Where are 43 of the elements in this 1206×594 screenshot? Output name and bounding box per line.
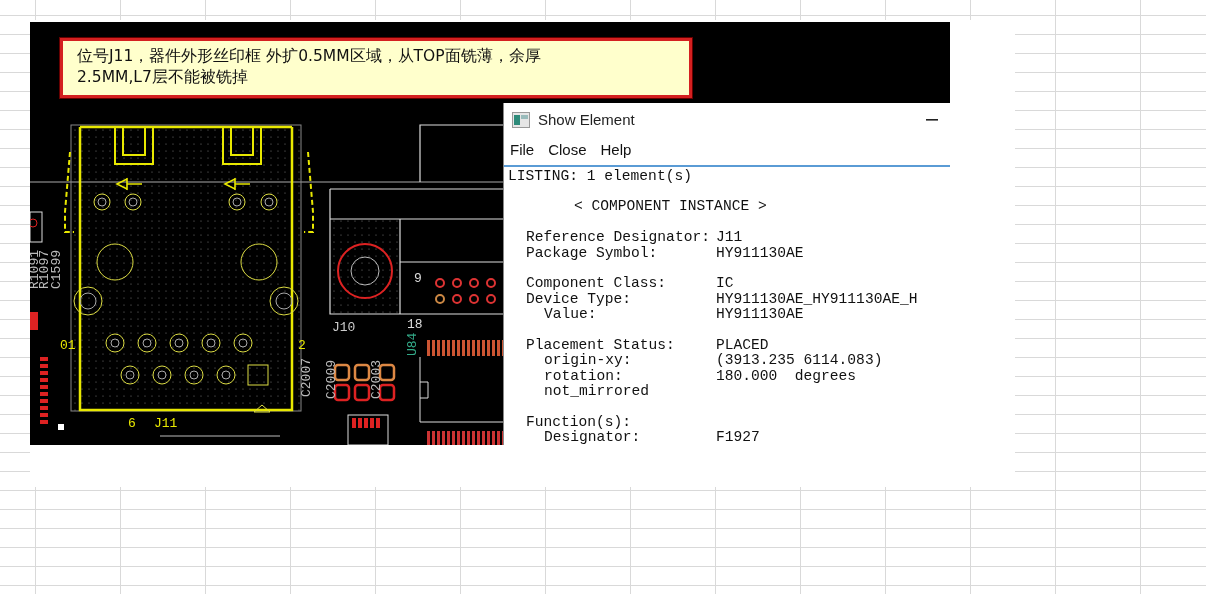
section-title: < COMPONENT INSTANCE > <box>574 198 767 215</box>
field-label: Package Symbol: <box>526 244 658 261</box>
field-value: PLACED <box>716 337 769 353</box>
field-value: HY911130AE <box>716 307 804 323</box>
silkscreen-label: C2007 <box>299 358 314 397</box>
field-label: origin-xy: <box>544 352 632 369</box>
field-label: Designator: <box>544 429 641 445</box>
silkscreen-label: J10 <box>332 320 356 335</box>
silkscreen-label: J11 <box>154 416 178 431</box>
silkscreen-label: C1599 <box>49 250 64 289</box>
menu-item[interactable]: File <box>510 139 535 162</box>
field-value: F1927 <box>716 430 760 445</box>
silkscreen-label: 6 <box>128 416 136 431</box>
silkscreen-label: U84 <box>405 332 420 356</box>
field-label: Value: <box>544 306 597 323</box>
field-label: Function(s): <box>526 413 632 430</box>
field-label: Placement Status: <box>526 336 675 353</box>
menu-item[interactable]: Close <box>548 139 587 162</box>
listing-header: LISTING: 1 element(s) <box>508 168 693 184</box>
minimize-icon[interactable] <box>926 118 938 122</box>
field-label: not_mirrored <box>544 383 650 400</box>
silkscreen-label: 2 <box>298 338 306 353</box>
field-value: IC <box>716 276 734 292</box>
silkscreen-label: 9 <box>414 271 422 286</box>
silkscreen-label: C2003 <box>369 360 384 399</box>
field-label: Device Type: <box>526 290 632 307</box>
field-value: HY911130AE_HY911130AE_H <box>716 291 918 308</box>
silkscreen-label: C2009 <box>324 360 339 399</box>
silkscreen-label: R1097 <box>37 250 52 289</box>
annotation-text: 位号J11，器件外形丝印框 外扩0.5MM区域，从TOP面铣薄，余厚 <box>77 46 542 67</box>
field-value: (3913.235 6114.083) <box>716 353 883 369</box>
silkscreen-label: 01 <box>60 338 76 353</box>
field-value: 180.000 degrees <box>716 368 857 385</box>
annotation-text: 2.5MM,L7层不能被铣掉 <box>77 67 249 88</box>
field-label: Component Class: <box>526 275 667 292</box>
field-value: HY911130AE <box>716 245 804 261</box>
window-icon <box>512 112 530 128</box>
field-label: Reference Designator: <box>526 229 710 246</box>
window-title: Show Element <box>538 109 635 130</box>
field-value: J11 <box>716 230 743 246</box>
menu-item[interactable]: Help <box>600 139 632 162</box>
silkscreen-label: 18 <box>407 317 423 332</box>
field-label: rotation: <box>544 367 623 384</box>
